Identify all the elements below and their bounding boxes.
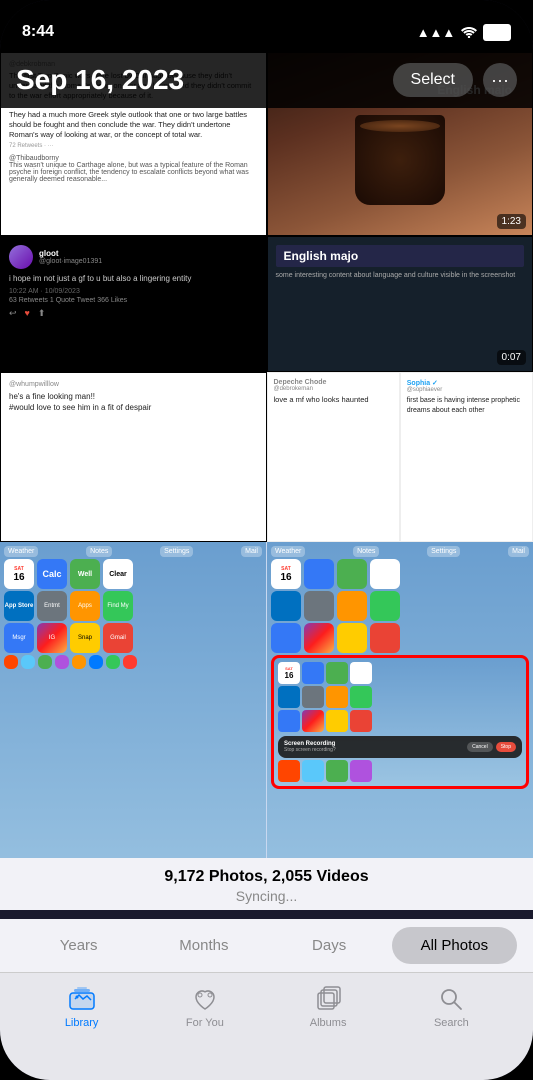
cancel-recording-btn[interactable]: Cancel	[467, 742, 493, 752]
bottom-nav: Library For You Albums	[0, 972, 533, 1080]
tab-years[interactable]: Years	[16, 927, 141, 964]
photo-info: 9,172 Photos, 2,055 Videos Syncing...	[0, 858, 533, 910]
phone-frame: 8:44 ▲▲▲ 100 Sep 16, 2023 Select ···	[0, 0, 533, 1080]
photo-7[interactable]: Sophia ✓ @sophiaever first base is havin…	[400, 372, 533, 542]
search-icon	[437, 985, 465, 1013]
photo-6-7-container: Depeche Chode @debrokeman love a mf who …	[267, 372, 533, 542]
signal-icon: ▲▲▲	[417, 25, 456, 40]
library-icon	[68, 985, 96, 1013]
grid-middle-row: @whumpwilllow he's a fine looking man!! …	[0, 372, 533, 542]
nav-library-label: Library	[65, 1017, 99, 1029]
video-duration: 1:23	[497, 214, 526, 229]
tab-days[interactable]: Days	[267, 927, 392, 964]
nav-search-label: Search	[434, 1017, 469, 1029]
header-actions: Select ···	[393, 63, 517, 97]
nav-library[interactable]: Library	[47, 985, 117, 1029]
tab-months[interactable]: Months	[141, 927, 266, 964]
stop-recording-btn[interactable]: Stop	[496, 742, 516, 752]
more-button[interactable]: ···	[483, 63, 517, 97]
photo-4[interactable]: English majo some interesting content ab…	[267, 236, 533, 372]
nav-for-you-label: For You	[186, 1017, 224, 1029]
screenshot-left[interactable]: Weather Notes Settings Mail SAT 16 Calc …	[0, 542, 266, 910]
sync-status: Syncing...	[0, 888, 533, 904]
photo-grid: @debkrobman The first Two Punic wars wer…	[0, 52, 533, 910]
photo-count: 9,172 Photos, 2,055 Videos	[0, 868, 533, 886]
battery-icon: 100	[483, 24, 511, 41]
tab-all-photos[interactable]: All Photos	[392, 927, 517, 964]
nav-albums[interactable]: Albums	[293, 985, 363, 1029]
photo-6[interactable]: Depeche Chode @debrokeman love a mf who …	[267, 372, 400, 542]
tweet-content: i hope im not just a gf to u but also a …	[9, 273, 258, 284]
iphone-screenshots-grid: Weather Notes Settings Mail SAT 16 Calc …	[0, 542, 533, 910]
screenshot-right[interactable]: Weather Notes Settings Mail SAT 16	[267, 542, 533, 910]
nav-albums-label: Albums	[310, 1017, 347, 1029]
select-button[interactable]: Select	[393, 63, 473, 97]
header-date: Sep 16, 2023	[16, 64, 184, 96]
status-icons: ▲▲▲ 100	[417, 24, 511, 41]
nav-for-you[interactable]: For You	[170, 985, 240, 1029]
for-you-icon	[191, 985, 219, 1013]
photo-3[interactable]: gloot @gloot·image01391 i hope im not ju…	[0, 236, 267, 372]
tweet-name: gloot	[39, 249, 102, 258]
dynamic-island	[207, 10, 327, 42]
tweet-avatar	[9, 245, 33, 269]
status-time: 8:44	[22, 23, 54, 41]
view-tabs: Years Months Days All Photos	[0, 919, 533, 972]
wifi-icon	[461, 26, 477, 38]
video-duration-2: 0:07	[497, 350, 526, 365]
nav-search[interactable]: Search	[416, 985, 486, 1029]
photo-5[interactable]: @whumpwilllow he's a fine looking man!! …	[0, 372, 267, 542]
sr-subtitle: Stop screen recording?	[284, 747, 336, 753]
albums-icon	[314, 985, 342, 1013]
header: Sep 16, 2023 Select ···	[0, 52, 533, 108]
